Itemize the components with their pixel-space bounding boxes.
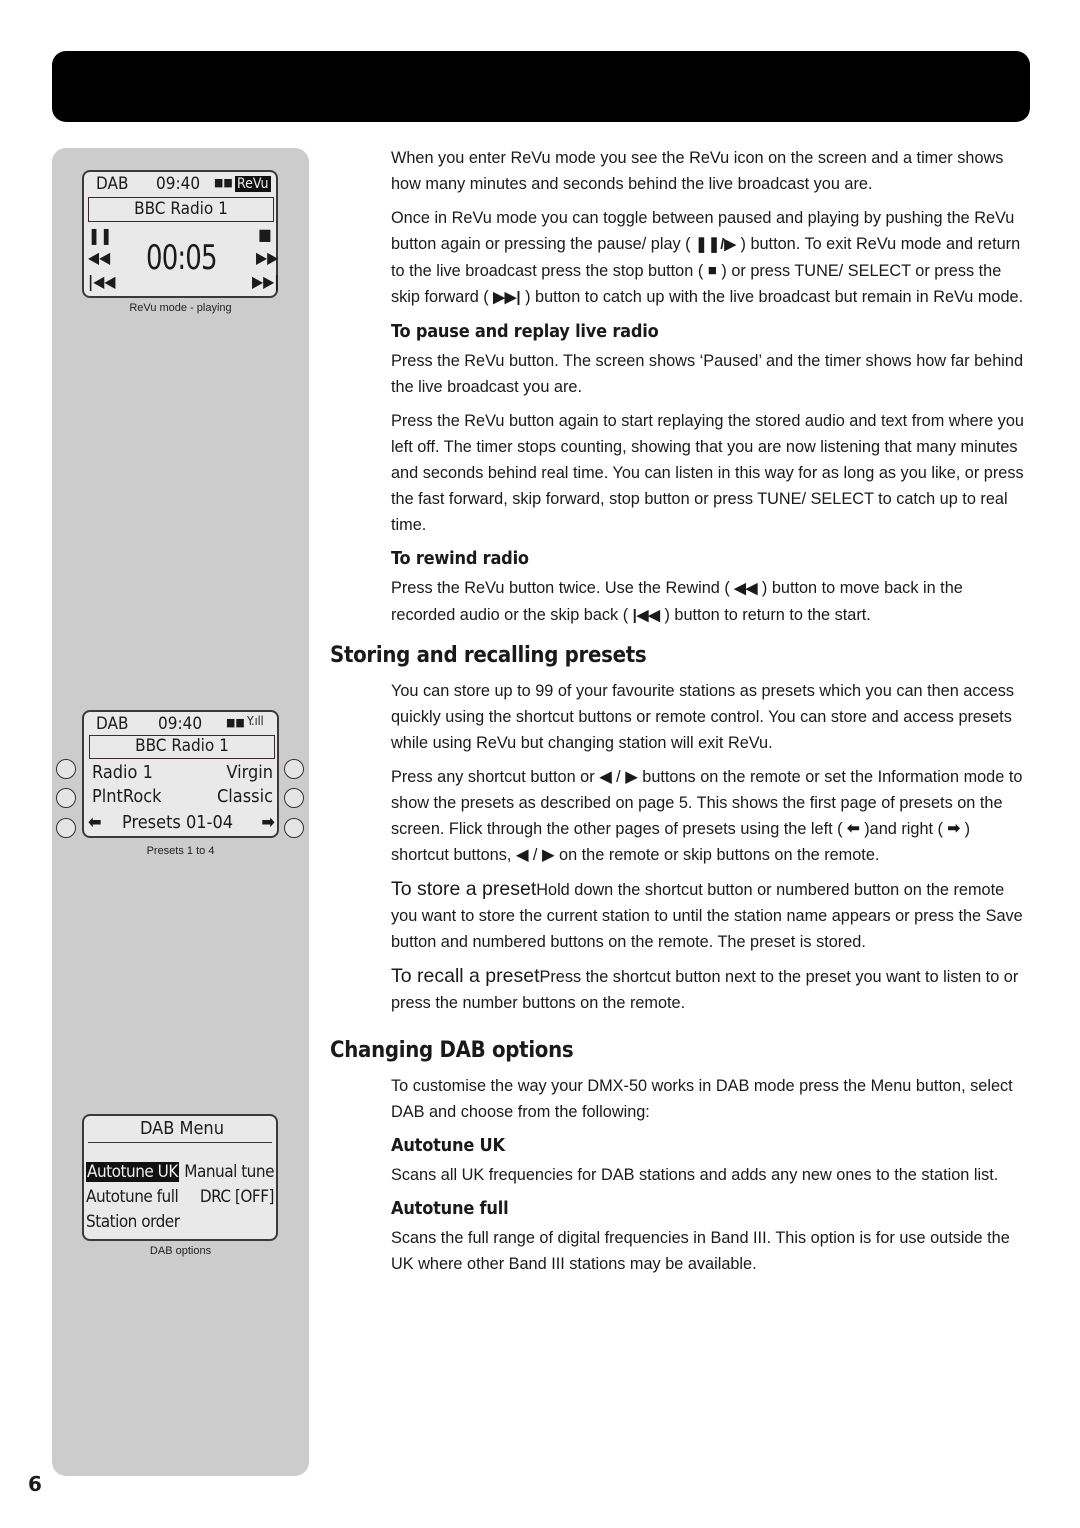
pause-paragraph-2: Press the ReVu button again to start rep…	[391, 412, 1024, 535]
station-name: BBC Radio 1	[89, 735, 275, 759]
revu-timer: 00:05	[146, 238, 218, 278]
shortcut-button-1[interactable]	[56, 759, 76, 779]
signal-strength-icon: Y.ıll	[247, 714, 264, 728]
preset-3: PlntRock	[92, 786, 162, 807]
pause-heading: To pause and replay live radio	[391, 321, 659, 343]
menu-item-autotune-uk[interactable]: Autotune UK	[86, 1162, 179, 1182]
rewind-heading: To rewind radio	[391, 548, 529, 570]
skip-forward-icon: ▶▶|	[252, 272, 280, 291]
station-name: BBC Radio 1	[88, 197, 274, 222]
rewind-paragraph: Press the ReVu button twice. Use the Rew…	[391, 575, 1030, 628]
text: )and right (	[864, 819, 943, 838]
skip-forward-icon: ▶▶|	[493, 289, 521, 307]
clock: 09:40	[158, 714, 203, 734]
pause-play-icon: ❚❚/▶	[695, 235, 736, 253]
shortcut-button-3[interactable]	[56, 788, 76, 808]
shortcut-button-right[interactable]	[284, 818, 304, 838]
dab-options-intro: To customise the way your DMX-50 works i…	[391, 1077, 1013, 1122]
fast-forward-icon: ▶▶	[256, 248, 279, 267]
presets-page-label: Presets 01-04	[122, 812, 234, 833]
dab-menu-screen: DAB Menu Autotune UK Manual tune Autotun…	[82, 1114, 278, 1241]
preset-1: Radio 1	[92, 762, 153, 783]
arrow-right-icon: ➡	[261, 812, 275, 833]
menu-item-manual-tune[interactable]: Manual tune	[184, 1162, 274, 1182]
stop-icon: ■	[258, 225, 272, 244]
intro-paragraph-2: Once in ReVu mode you can toggle between…	[391, 205, 1030, 311]
presets-screen: DAB 09:40 ■■ Y.ıll BBC Radio 1 Radio 1 V…	[82, 710, 279, 838]
autotune-uk-text: Scans all UK frequencies for DAB station…	[391, 1166, 999, 1185]
menu-item-autotune-full[interactable]: Autotune full	[86, 1187, 179, 1207]
revu-badge: ReVu	[235, 176, 271, 192]
text: ) button to catch up with the live broad…	[525, 288, 1024, 307]
mode-label: DAB	[96, 714, 129, 734]
main-content: When you enter ReVu mode you see the ReV…	[330, 145, 1030, 1285]
rewind-icon: ◀◀	[734, 579, 758, 597]
pause-paragraph-1: Press the ReVu button. The screen shows …	[391, 352, 1024, 397]
stop-icon: ■	[707, 262, 717, 280]
store-preset-lead: To store a preset	[391, 878, 537, 901]
battery-icon: ■■	[226, 716, 245, 729]
shortcut-button-4[interactable]	[284, 788, 304, 808]
menu-divider	[88, 1142, 272, 1143]
dab-menu-caption: DAB options	[149, 1245, 212, 1257]
battery-icon: ■■	[214, 176, 233, 189]
arrow-left-icon: ⬅	[88, 812, 102, 833]
skip-back-icon: |◀◀	[632, 606, 660, 624]
mode-label: DAB	[96, 174, 129, 194]
text: ) button to return to the start.	[664, 605, 871, 624]
presets-screen-caption: Presets 1 to 4	[146, 845, 215, 857]
clock: 09:40	[156, 174, 201, 194]
pause-icon: ❚❚	[88, 226, 113, 245]
arrow-left-icon: ⬅	[847, 820, 860, 838]
presets-paragraph-2: Press any shortcut button or ◀ / ▶ butto…	[391, 764, 1030, 869]
autotune-full-text: Scans the full range of digital frequenc…	[391, 1229, 1010, 1274]
arrow-right-icon: ➡	[947, 820, 961, 838]
shortcut-button-2[interactable]	[284, 759, 304, 779]
intro-paragraph-1: When you enter ReVu mode you see the ReV…	[391, 149, 1004, 193]
header-bar	[52, 51, 1030, 122]
revu-screen-caption: ReVu mode - playing	[129, 302, 232, 314]
dab-options-heading: Changing DAB options	[330, 1038, 574, 1064]
recall-preset-paragraph: To recall a presetPress the shortcut but…	[391, 963, 1030, 1016]
presets-paragraph-1: You can store up to 99 of your favourite…	[391, 681, 1014, 752]
skip-back-icon: |◀◀	[88, 272, 116, 291]
recall-preset-lead: To recall a preset	[391, 965, 540, 988]
menu-title: DAB Menu	[140, 1118, 224, 1139]
shortcut-button-left[interactable]	[56, 818, 76, 838]
menu-item-drc[interactable]: DRC [OFF]	[200, 1187, 275, 1207]
revu-screen: DAB 09:40 ■■ ReVu BBC Radio 1 ❚❚ ■ ◀◀ ▶▶…	[82, 170, 280, 298]
menu-item-station-order[interactable]: Station order	[86, 1212, 180, 1232]
page-number: 6	[28, 1472, 42, 1496]
rewind-icon: ◀◀	[88, 248, 111, 267]
autotune-full-heading: Autotune full	[391, 1198, 509, 1220]
preset-4: Classic	[216, 786, 273, 807]
presets-heading: Storing and recalling presets	[330, 642, 647, 668]
store-preset-paragraph: To store a presetHold down the shortcut …	[391, 876, 1030, 955]
text: Press the ReVu button twice. Use the Rew…	[391, 579, 730, 598]
preset-2: Virgin	[226, 762, 273, 783]
autotune-uk-heading: Autotune UK	[391, 1135, 505, 1157]
